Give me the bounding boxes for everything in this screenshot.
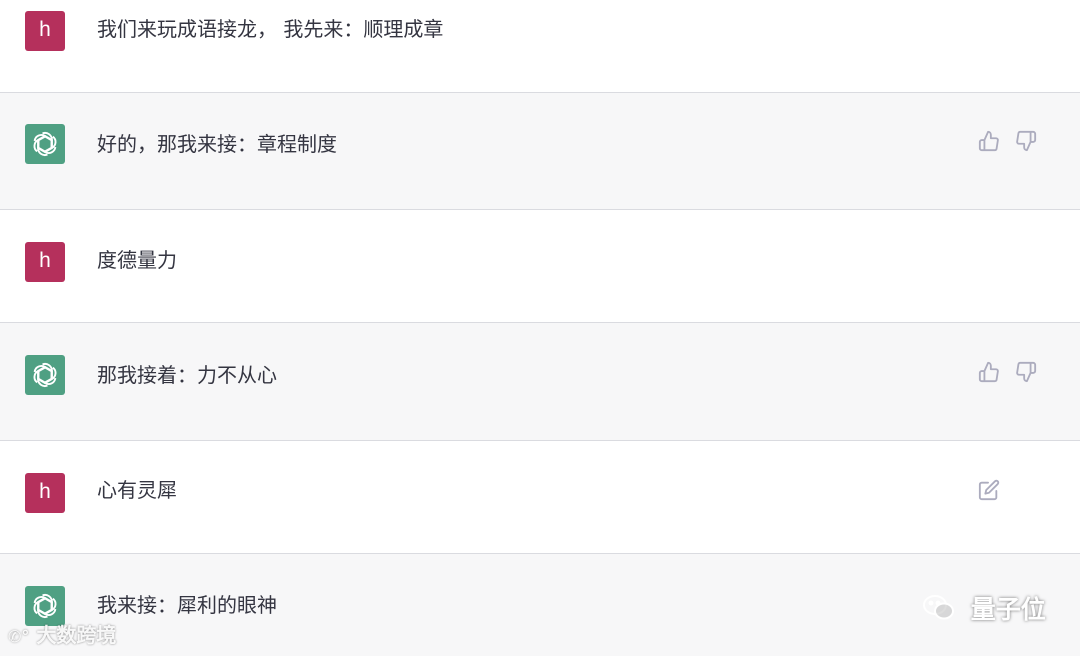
watermark-right-text: 量子位 [970,595,1046,624]
edit-icon[interactable] [978,479,1000,501]
thumbs-up-icon[interactable] [978,361,1000,383]
watermark-right: 量子位 [922,590,1046,628]
thumbs-down-icon[interactable] [1015,130,1037,152]
message-text: 我们来玩成语接龙， 我先来：顺理成章 [97,17,444,41]
openai-logo-icon [25,355,65,395]
message-row-user: h 我们来玩成语接龙， 我先来：顺理成章 [0,0,1080,92]
thumbs-up-icon[interactable] [978,130,1000,152]
user-avatar: h [25,11,65,51]
user-avatar: h [25,473,65,513]
watermark-left: ✆° 大数跨境 [8,619,116,648]
message-row-assistant: 我来接：犀利的眼神 [0,554,1080,656]
message-text: 我来接：犀利的眼神 [97,593,277,617]
weibo-logo-icon: ✆° [8,627,30,646]
message-row-assistant: 那我接着：力不从心 [0,323,1080,440]
openai-logo-icon [25,124,65,164]
thumbs-down-icon[interactable] [1015,361,1037,383]
user-avatar: h [25,242,65,282]
message-text: 好的，那我来接：章程制度 [97,132,337,156]
watermark-left-text: 大数跨境 [36,623,117,647]
message-text: 那我接着：力不从心 [97,363,277,387]
message-text: 度德量力 [97,248,177,272]
message-row-user: h 心有灵犀 [0,441,1080,553]
wechat-logo-icon [922,594,956,628]
message-text: 心有灵犀 [97,478,177,502]
message-row-user: h 度德量力 [0,210,1080,322]
message-row-assistant: 好的，那我来接：章程制度 [0,93,1080,209]
